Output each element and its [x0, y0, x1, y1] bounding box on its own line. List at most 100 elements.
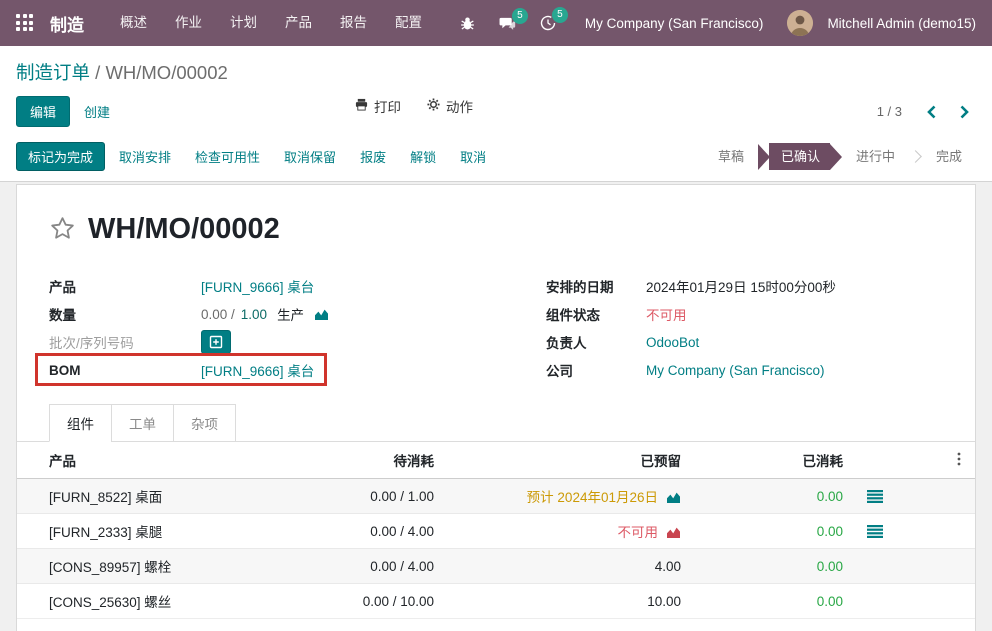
field-quantity-label: 数量	[49, 304, 201, 324]
breadcrumb: 制造订单 / WH/MO/00002	[0, 46, 992, 87]
table-row[interactable]: [FURN_2333] 桌腿 0.00 / 4.00 不可用 0.00	[17, 514, 975, 549]
field-lot-serial: 批次/序列号码	[49, 328, 476, 356]
cancel-button[interactable]: 取消	[450, 142, 496, 171]
breadcrumb-current: WH/MO/00002	[105, 62, 227, 83]
field-lot-serial-label: 批次/序列号码	[49, 332, 201, 352]
scrap-button[interactable]: 报废	[350, 142, 396, 171]
form-statusbar: 标记为完成 取消安排 检查可用性 取消保留 报废 解锁 取消 草稿 已确认 进行…	[0, 140, 992, 182]
print-menu-label: 打印	[374, 96, 401, 116]
check-availability-button[interactable]: 检查可用性	[185, 142, 270, 171]
field-quantity: 数量 0.00 / 1.00 生产	[49, 300, 476, 328]
header-consumed: 已消耗	[689, 442, 851, 479]
form-sheet: WH/MO/00002 产品 [FURN_9666] 桌台 数量 0.00 / …	[16, 184, 976, 631]
tab-components[interactable]: 组件	[49, 404, 111, 442]
move-details-list-icon[interactable]	[867, 525, 883, 538]
field-component-status: 组件状态 不可用	[546, 300, 943, 328]
user-menu[interactable]: Mitchell Admin (demo15)	[827, 16, 976, 31]
table-row[interactable]: [CONS_25630] 螺丝 0.00 / 10.00 10.00 0.00	[17, 584, 975, 619]
print-menu[interactable]: 打印	[355, 96, 401, 116]
notebook-tabs: 组件 工单 杂项	[17, 404, 975, 442]
apps-grid-icon[interactable]	[16, 14, 34, 32]
chevron-separator-icon	[909, 150, 922, 163]
tab-miscellaneous[interactable]: 杂项	[173, 404, 236, 442]
create-button[interactable]: 创建	[70, 96, 124, 127]
company-switcher[interactable]: My Company (San Francisco)	[571, 16, 782, 31]
gear-icon	[427, 98, 440, 114]
nav-item-configuration[interactable]: 配置	[381, 0, 436, 46]
nav-item-products[interactable]: 产品	[271, 0, 326, 46]
add-lot-button[interactable]	[201, 330, 231, 354]
field-responsible-value[interactable]: OdooBot	[646, 335, 699, 350]
pager: 1 / 3	[877, 103, 976, 121]
field-scheduled-date-label: 安排的日期	[546, 276, 646, 296]
field-bom-label: BOM	[49, 363, 201, 378]
edit-button[interactable]: 编辑	[16, 96, 70, 127]
optional-columns-icon[interactable]	[895, 442, 975, 479]
field-company: 公司 My Company (San Francisco)	[546, 356, 943, 384]
messages-icon[interactable]: 5	[490, 10, 525, 37]
state-draft[interactable]: 草稿	[704, 143, 758, 170]
field-bom: BOM [FURN_9666] 桌台	[49, 356, 476, 384]
field-component-status-value: 不可用	[646, 304, 687, 324]
table-header-row: 产品 待消耗 已预留 已消耗	[17, 442, 975, 479]
state-in-progress[interactable]: 进行中	[842, 143, 909, 170]
table-row[interactable]: [FURN_8522] 桌面 0.00 / 1.00 预计 2024年01月26…	[17, 479, 975, 514]
nav-item-operations[interactable]: 作业	[161, 0, 216, 46]
record-title: WH/MO/00002	[88, 213, 280, 246]
quantity-produced: 0.00 /	[201, 307, 235, 322]
user-avatar[interactable]	[787, 10, 813, 36]
action-menu-label: 动作	[446, 96, 473, 116]
field-responsible-label: 负责人	[546, 332, 646, 352]
pager-previous-icon[interactable]	[920, 103, 943, 121]
field-scheduled-date: 安排的日期 2024年01月29日 15时00分00秒	[546, 272, 943, 300]
top-navbar: 制造 概述 作业 计划 产品 报告 配置 5 5 My Compa	[0, 0, 992, 46]
favorite-star-icon[interactable]	[49, 215, 76, 245]
unreserve-button[interactable]: 取消保留	[274, 142, 346, 171]
field-bom-value[interactable]: [FURN_9666] 桌台	[201, 360, 314, 380]
nav-item-reporting[interactable]: 报告	[326, 0, 381, 46]
forecast-chart-icon[interactable]	[666, 491, 681, 504]
action-menu[interactable]: 动作	[427, 96, 473, 116]
activities-badge: 5	[552, 7, 568, 23]
pager-next-icon[interactable]	[953, 103, 976, 121]
fields-left-column: 产品 [FURN_9666] 桌台 数量 0.00 / 1.00 生产 批次/序…	[49, 272, 476, 384]
forecast-chart-icon[interactable]	[666, 526, 681, 539]
form-view-content: WH/MO/00002 产品 [FURN_9666] 桌台 数量 0.00 / …	[0, 182, 992, 631]
field-responsible: 负责人 OdooBot	[546, 328, 943, 356]
printer-icon	[355, 98, 368, 114]
status-pipeline: 草稿 已确认 进行中 完成	[704, 143, 976, 170]
tab-work-orders[interactable]: 工单	[111, 404, 173, 442]
nav-item-overview[interactable]: 概述	[106, 0, 161, 46]
field-scheduled-date-value: 2024年01月29日 15时00分00秒	[646, 276, 836, 296]
field-product-value[interactable]: [FURN_9666] 桌台	[201, 276, 314, 296]
breadcrumb-separator: /	[95, 62, 100, 83]
add-line-button[interactable]: 添加明细行	[17, 618, 975, 631]
table-row[interactable]: [CONS_89957] 螺栓 0.00 / 4.00 4.00 0.00	[17, 549, 975, 584]
app-name[interactable]: 制造	[50, 11, 84, 36]
quantity-to-produce: 1.00	[241, 307, 267, 322]
breadcrumb-parent[interactable]: 制造订单	[16, 62, 90, 83]
state-arrow-icon	[830, 144, 842, 170]
produce-button[interactable]: 生产	[277, 304, 304, 324]
state-done[interactable]: 完成	[922, 143, 976, 170]
area-chart-icon[interactable]	[314, 308, 329, 321]
field-company-value[interactable]: My Company (San Francisco)	[646, 363, 825, 378]
move-details-list-icon[interactable]	[867, 490, 883, 503]
field-product-label: 产品	[49, 276, 201, 296]
messages-badge: 5	[512, 8, 528, 24]
field-company-label: 公司	[546, 360, 646, 380]
fields-right-column: 安排的日期 2024年01月29日 15时00分00秒 组件状态 不可用 负责人…	[516, 272, 943, 384]
field-product: 产品 [FURN_9666] 桌台	[49, 272, 476, 300]
field-component-status-label: 组件状态	[546, 304, 646, 324]
state-confirmed[interactable]: 已确认	[758, 143, 842, 170]
debug-bug-icon[interactable]	[451, 10, 484, 37]
header-to-consume: 待消耗	[322, 442, 442, 479]
pager-count: 1 / 3	[877, 104, 902, 119]
activities-clock-icon[interactable]: 5	[531, 9, 565, 37]
unplan-button[interactable]: 取消安排	[109, 142, 181, 171]
unlock-button[interactable]: 解锁	[400, 142, 446, 171]
components-table: 产品 待消耗 已预留 已消耗 [FURN_8522] 桌面 0.00 / 1.0…	[17, 442, 975, 618]
mark-as-done-button[interactable]: 标记为完成	[16, 142, 105, 171]
control-panel: 制造订单 / WH/MO/00002 编辑 创建 打印	[0, 46, 992, 140]
nav-item-planning[interactable]: 计划	[216, 0, 271, 46]
